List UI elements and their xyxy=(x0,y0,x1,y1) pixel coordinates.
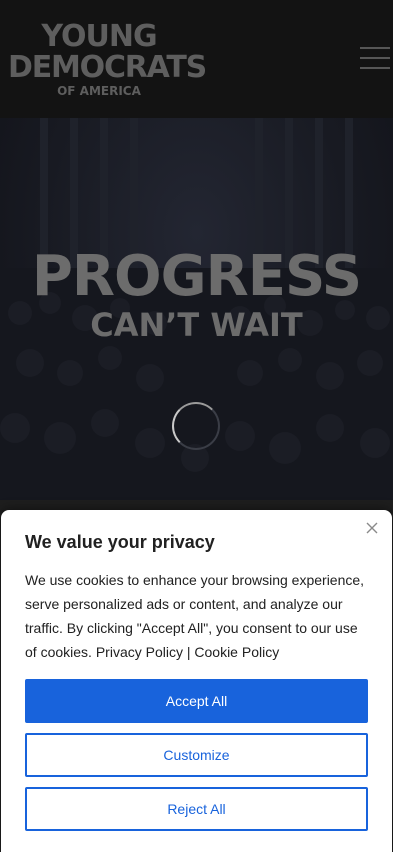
logo-line-1: YOUNG xyxy=(41,19,157,54)
logo-line-2: DEMOCRATS xyxy=(8,50,207,85)
close-icon[interactable] xyxy=(366,522,378,534)
site-header: YOUNG DEMOCRATS OF AMERICA xyxy=(0,0,393,118)
customize-button[interactable]: Customize xyxy=(25,733,368,777)
cookie-consent-banner: We value your privacy We use cookies to … xyxy=(1,510,392,852)
cookie-policy-link[interactable]: Cookie Policy xyxy=(194,644,279,660)
accept-all-button[interactable]: Accept All xyxy=(25,679,368,723)
hero-headline: PROGRESS CAN’T WAIT xyxy=(0,244,393,344)
hero-banner: PROGRESS CAN’T WAIT xyxy=(0,118,393,500)
link-separator: | xyxy=(186,644,191,660)
hero-headline-main: PROGRESS xyxy=(31,244,362,309)
hero-headline-sub: CAN’T WAIT xyxy=(90,306,303,344)
cookie-banner-text: We use cookies to enhance your browsing … xyxy=(25,568,371,664)
hamburger-menu-icon[interactable] xyxy=(360,46,390,70)
reject-all-button[interactable]: Reject All xyxy=(25,787,368,831)
privacy-policy-link[interactable]: Privacy Policy xyxy=(96,644,183,660)
logo-line-3: OF AMERICA xyxy=(57,84,141,98)
site-logo[interactable]: YOUNG DEMOCRATS OF AMERICA xyxy=(8,19,207,99)
loading-spinner-icon xyxy=(172,402,220,450)
cookie-banner-title: We value your privacy xyxy=(25,532,215,552)
